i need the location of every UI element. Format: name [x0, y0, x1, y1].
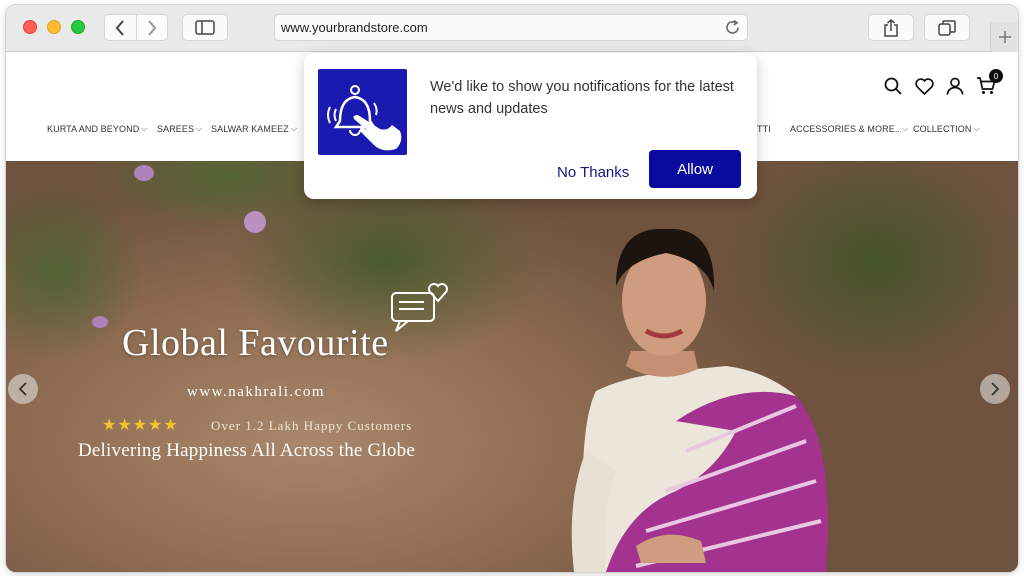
- history-nav: [104, 14, 168, 41]
- nav-item-label: SAREES: [157, 124, 195, 134]
- nav-item-label: KURTA AND BEYOND: [47, 124, 140, 134]
- carousel-prev-button[interactable]: [8, 374, 38, 404]
- carousel-next-button[interactable]: [980, 374, 1010, 404]
- no-thanks-button[interactable]: No Thanks: [557, 162, 629, 182]
- chevron-down-icon: ⌵: [290, 124, 297, 133]
- browser-window: www.yourbrandstore.com KURTA AND BEYOND ⌵…: [6, 5, 1018, 572]
- cart-count-badge: 0: [989, 69, 1003, 83]
- nav-item-salwar-kameez[interactable]: SALWAR KAMEEZ ⌵: [211, 124, 297, 134]
- allow-button[interactable]: Allow: [649, 150, 741, 188]
- cart-button[interactable]: 0: [976, 69, 1003, 96]
- nav-item-label: TTI: [757, 124, 771, 134]
- zoom-window-button[interactable]: [71, 20, 85, 34]
- new-tab-button[interactable]: [990, 22, 1018, 52]
- minimize-window-button[interactable]: [47, 20, 61, 34]
- nav-item-collection[interactable]: COLLECTION ⌵: [913, 124, 980, 134]
- user-icon: [946, 77, 964, 95]
- search-icon: [884, 77, 902, 95]
- hero-title: Global Favourite: [122, 322, 389, 364]
- address-bar[interactable]: www.yourbrandstore.com: [274, 14, 748, 41]
- chevron-down-icon: ⌵: [973, 124, 980, 133]
- browser-toolbar: www.yourbrandstore.com: [6, 5, 1018, 52]
- chat-heart-icon: [391, 283, 448, 332]
- back-button[interactable]: [105, 15, 136, 40]
- wishlist-button[interactable]: [914, 76, 934, 96]
- nav-item-partial[interactable]: TTI: [757, 124, 771, 134]
- hero-banner: Global Favourite www.nakhrali.com ★★★★★ …: [6, 161, 1018, 572]
- tabs-icon: [938, 19, 956, 36]
- heart-icon: [914, 77, 934, 95]
- share-icon: [884, 18, 898, 37]
- account-button[interactable]: [945, 76, 965, 96]
- model-image: [571, 228, 828, 572]
- chevron-down-icon: ⌵: [196, 124, 203, 133]
- hero-tagline: Delivering Happiness All Across the Glob…: [78, 440, 415, 461]
- chevron-down-icon: ⌵: [141, 124, 148, 133]
- flower-decoration: [92, 316, 108, 328]
- chevron-left-icon: [18, 382, 27, 396]
- chevron-down-icon: ⌵: [902, 124, 909, 133]
- reload-button[interactable]: [724, 19, 741, 39]
- nav-item-label: COLLECTION: [913, 124, 972, 134]
- rating-stars: ★★★★★: [102, 417, 179, 434]
- notification-bell-icon: [318, 69, 407, 155]
- header-actions: 0: [883, 69, 1003, 97]
- share-button[interactable]: [868, 14, 914, 41]
- flower-decoration: [244, 211, 266, 233]
- flower-decoration: [134, 165, 154, 181]
- chevron-left-icon: [116, 19, 125, 36]
- close-window-button[interactable]: [23, 20, 37, 34]
- nav-item-sarees[interactable]: SAREES ⌵: [157, 124, 202, 134]
- chevron-right-icon: [148, 19, 157, 36]
- forward-button[interactable]: [135, 15, 167, 40]
- notification-prompt: We'd like to show you notifications for …: [304, 53, 757, 199]
- nav-item-label: ACCESSORIES & MORE..: [790, 124, 901, 134]
- hero-url: www.nakhrali.com: [187, 384, 325, 400]
- sidebar-icon: [195, 20, 215, 35]
- chevron-right-icon: [991, 382, 1000, 396]
- plus-icon: [998, 31, 1011, 43]
- customers-text: Over 1.2 Lakh Happy Customers: [211, 418, 413, 433]
- tabs-overview-button[interactable]: [924, 14, 970, 41]
- nav-item-kurta[interactable]: KURTA AND BEYOND ⌵: [47, 124, 147, 134]
- notification-message: We'd like to show you notifications for …: [430, 79, 734, 117]
- nav-item-accessories[interactable]: ACCESSORIES & MORE.. ⌵: [790, 124, 908, 134]
- reload-icon: [726, 19, 739, 34]
- url-text: www.yourbrandstore.com: [281, 20, 428, 35]
- search-button[interactable]: [883, 76, 903, 96]
- sidebar-toggle-button[interactable]: [182, 14, 228, 41]
- nav-item-label: SALWAR KAMEEZ: [211, 124, 289, 134]
